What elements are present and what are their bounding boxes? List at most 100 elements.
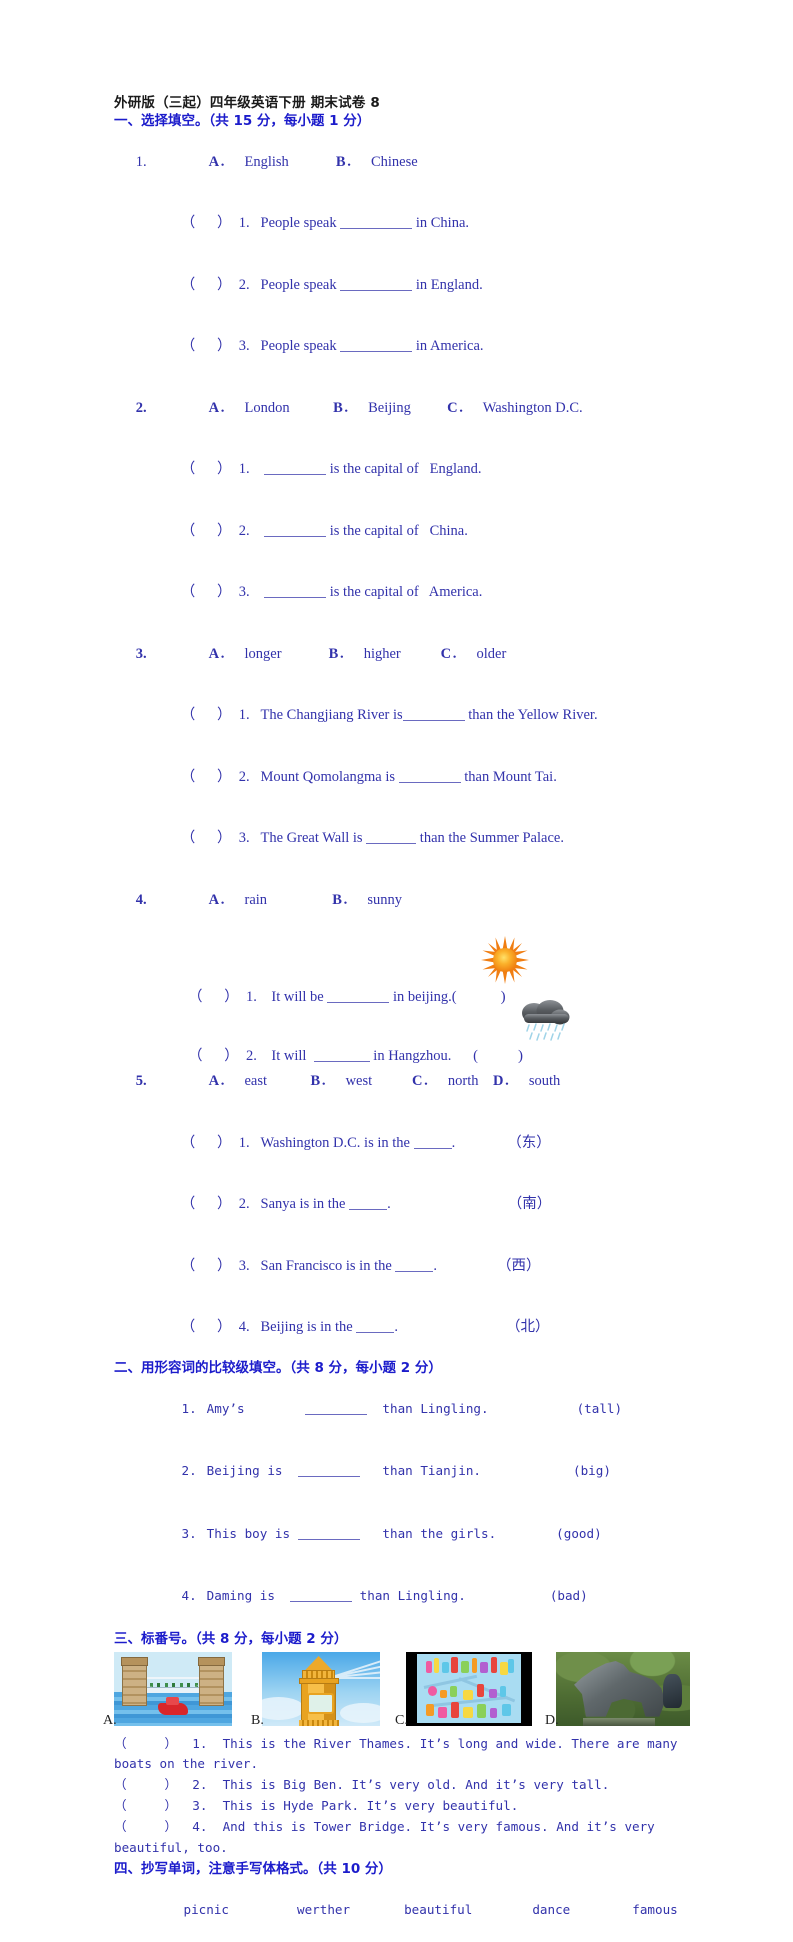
question-4-number: 4.: [135, 891, 147, 908]
q1-i2-tail: in England.: [412, 276, 483, 293]
section-3-item-1: （ ） 1. This is the River Thames. It’s lo…: [114, 1735, 678, 1751]
answer-blank[interactable]: [264, 584, 327, 598]
section-4-word-list: picnic werther beautiful dance famous: [114, 1879, 694, 1941]
section-3-item-4: （ ） 4. And this is Tower Bridge. It’s ve…: [114, 1818, 655, 1834]
question-3-item-3: （ ） 3. The Great Wall is than the Summer…: [114, 808, 694, 870]
s2-i2-before: Beijing is: [206, 1463, 298, 1479]
question-3-options: A． longer B． higher C． older: [208, 645, 507, 662]
equestrian-statue-picture: D.: [545, 1651, 690, 1728]
s2-i3-before: This boy is: [206, 1525, 298, 1541]
s2-i1-num: 1.: [181, 1400, 197, 1416]
rain-cloud-icon: [514, 993, 574, 1045]
question-2-options: A． London B． Beijing C． Washington D.C.: [208, 399, 583, 416]
question-4-options: A． rain B． sunny: [208, 891, 402, 908]
q3-i3-text: （ ） 3. The Great Wall is: [180, 830, 367, 846]
s2-i2-num: 2.: [181, 1463, 197, 1479]
section-1-heading: 一、选择填空。（共 15 分，每小题 1 分）: [114, 113, 371, 129]
s2-i3-hint: (good): [556, 1525, 602, 1541]
answer-blank[interactable]: [340, 338, 413, 352]
q4-i1-tail: in beijing.(: [389, 989, 457, 1005]
question-4: 4. A． rain B． sunny: [114, 869, 694, 931]
q3-i1-tail: than the Yellow River.: [464, 707, 598, 723]
question-3-item-2: （ ） 2. Mount Qomolangma is than Mount Ta…: [114, 746, 694, 808]
weather-question-block: （ ） 1. It will be in beijing.() （ ） 2. I…: [114, 931, 694, 1064]
q3-i2-tail: than Mount Tai.: [460, 768, 557, 785]
q5-i4-text: （ ） 4. Beijing is in the: [180, 1319, 357, 1335]
question-1: 1. A． English B． Chinese: [114, 131, 694, 193]
answer-blank[interactable]: [413, 1134, 452, 1149]
picture-label-d: D.: [545, 1712, 559, 1728]
exam-paper-page: 外研版（三起）四年级英语下册 期末试卷 8 一、选择填空。（共 15 分，每小题…: [0, 0, 793, 1917]
question-3-item-1: （ ） 1. The Changjiang River is than the …: [114, 685, 694, 747]
q3-i2-text: （ ） 2. Mount Qomolangma is: [180, 768, 399, 785]
question-1-number: 1.: [135, 153, 147, 170]
answer-blank[interactable]: [395, 1257, 434, 1272]
q5-i2-hint: （南）: [507, 1196, 552, 1212]
q5-i1-text: （ ） 1. Washington D.C. is in the: [180, 1134, 414, 1151]
answer-blank[interactable]: [264, 522, 327, 537]
question-3: 3. A． longer B． higher C． older: [114, 623, 694, 685]
picture-row: A. B. C. D.: [103, 1651, 694, 1730]
s2-i4-after: than Lingling.: [352, 1587, 466, 1603]
answer-blank[interactable]: [366, 830, 417, 844]
q5-i3-tail: .: [433, 1257, 438, 1274]
q5-i4-hint: （北）: [505, 1319, 550, 1335]
s2-i4-hint: (bad): [549, 1587, 588, 1603]
q2-i3-text: （ ） 3.: [180, 584, 265, 600]
picture-label-a: A.: [103, 1712, 117, 1728]
question-5-number: 5.: [135, 1073, 147, 1089]
answer-blank[interactable]: [305, 1402, 368, 1415]
question-1-item-1: （ ） 1. People speak in China.: [114, 193, 694, 255]
answer-blank[interactable]: [340, 215, 413, 229]
word-picnic: picnic: [183, 1902, 230, 1918]
answer-blank[interactable]: [264, 461, 327, 475]
answer-blank[interactable]: [356, 1319, 395, 1333]
word-werther: werther: [297, 1902, 351, 1918]
answer-blank[interactable]: [349, 1196, 388, 1210]
answer-blank[interactable]: [398, 768, 461, 783]
q2-i1-text: （ ） 1.: [180, 461, 265, 477]
s2-i2-hint: (big): [573, 1463, 611, 1479]
q5-i2-tail: .: [387, 1196, 391, 1212]
section-2-item-2: 2. Beijing is than Tianjin. (big): [114, 1440, 694, 1502]
answer-blank[interactable]: [297, 1527, 360, 1540]
picture-label-c: C.: [395, 1712, 408, 1728]
answer-blank[interactable]: [297, 1465, 360, 1478]
question-3-number: 3.: [135, 645, 147, 662]
picture-label-b: B.: [251, 1712, 264, 1728]
q1-i1-tail: in China.: [412, 215, 470, 231]
question-5-item-4: （ ） 4. Beijing is in the . （北）: [114, 1297, 694, 1359]
q5-i1-tail: .: [451, 1134, 456, 1151]
question-1-options: A． English B． Chinese: [208, 153, 418, 170]
closing-paren: ): [500, 989, 506, 1005]
section-2-item-4: 4. Daming is than Lingling. (bad): [114, 1565, 694, 1627]
question-2: 2. A． London B． Beijing C． Washington D.C…: [114, 377, 694, 439]
section-2-item-3: 3. This boy is than the girls. (good): [114, 1503, 694, 1565]
q3-i3-tail: than the Summer Palace.: [416, 830, 564, 846]
answer-blank[interactable]: [290, 1589, 353, 1602]
tower-bridge-picture: A.: [103, 1651, 232, 1728]
s2-i1-before: Amy’s: [206, 1400, 306, 1416]
answer-blank[interactable]: [402, 707, 465, 721]
q2-i2-text: （ ） 2.: [180, 522, 265, 539]
q1-i2-text: （ ） 2. People speak: [180, 276, 341, 293]
word-dance: dance: [532, 1902, 571, 1918]
answer-blank[interactable]: [327, 989, 390, 1003]
q5-i1-hint: （东）: [507, 1134, 551, 1151]
word-beautiful: beautiful: [404, 1902, 473, 1918]
section-3-item-2: （ ） 2. This is Big Ben. It’s very old. A…: [114, 1777, 610, 1793]
document-body: 外研版（三起）四年级英语下册 期末试卷 8 一、选择填空。（共 15 分，每小题…: [103, 94, 694, 1942]
question-2-number: 2.: [135, 399, 147, 416]
question-5-item-2: （ ） 2. Sanya is in the . （南）: [114, 1174, 694, 1236]
s2-i3-after: than the girls.: [359, 1525, 497, 1541]
q1-i1-text: （ ） 1. People speak: [180, 215, 341, 231]
q4-i1-text: （ ） 1. It will be: [188, 989, 328, 1005]
answer-blank[interactable]: [340, 276, 413, 291]
section-3-item-1-cont: boats on the river.: [114, 1756, 259, 1772]
q2-i3-tail: is the capital of America.: [326, 584, 483, 600]
q3-i1-text: （ ） 1. The Changjiang River is: [180, 707, 403, 723]
s2-i2-after: than Tianjin.: [359, 1463, 481, 1479]
word-famous: famous: [632, 1902, 678, 1918]
q5-i2-text: （ ） 2. Sanya is in the: [180, 1196, 350, 1212]
section-4-heading: 四、抄写单词，注意手写体格式。（共 10 分）: [114, 1861, 392, 1878]
